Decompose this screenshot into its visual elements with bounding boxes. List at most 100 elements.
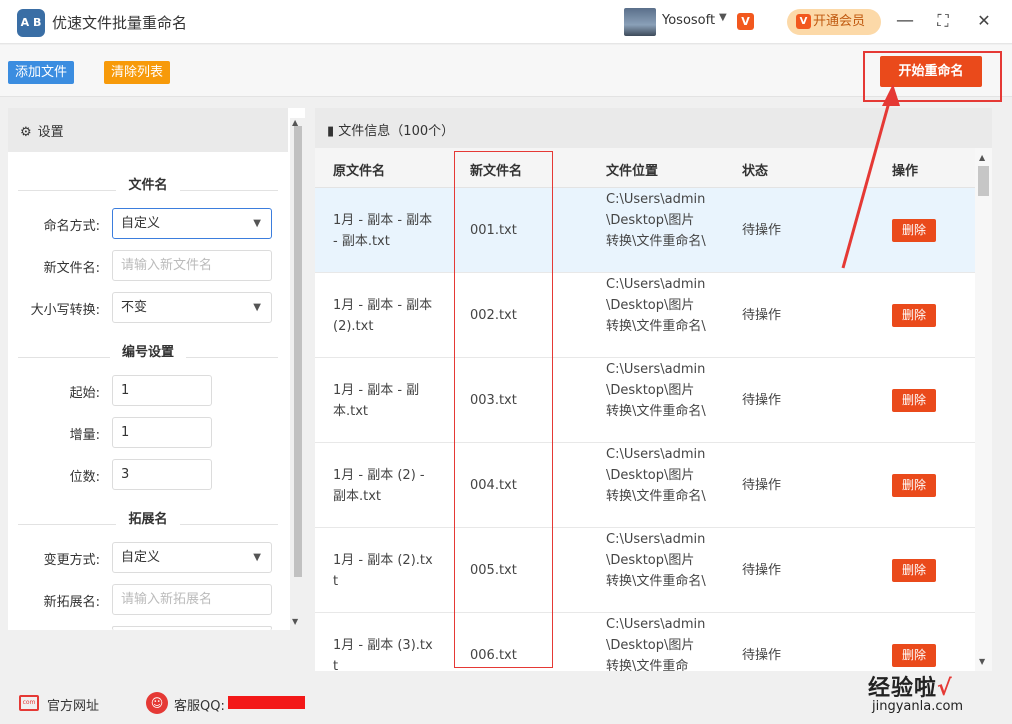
original-name: 1月 - 副本 - 副本 - 副本.txt xyxy=(333,213,433,249)
original-name: 1月 - 副本 (2) - 副本.txt xyxy=(333,468,425,504)
column-action: 操作 xyxy=(892,164,919,179)
table-row[interactable]: 1月 - 副本 - 副本 (2).txt 002.txt C:\Users\ad… xyxy=(315,273,975,358)
vip-badge-icon: V xyxy=(737,13,754,30)
open-membership-button[interactable]: V 开通会员 xyxy=(787,9,881,35)
toolbar: 添加文件 清除列表 xyxy=(0,45,1012,97)
delete-button[interactable]: 删除 xyxy=(892,559,936,582)
file-info-header: ▮ 文件信息（100个） xyxy=(315,108,992,148)
table-header: 原文件名 新文件名 文件位置 状态 操作 xyxy=(315,148,975,188)
settings-scrollbar-thumb[interactable] xyxy=(294,126,302,577)
new-ext-label: 新拓展名: xyxy=(43,595,100,610)
file-info-title: 文件信息（100个） xyxy=(338,124,455,139)
watermark-title: 经验啦√ xyxy=(868,676,953,701)
app-title: 优速文件批量重命名 xyxy=(52,14,188,32)
column-original-name[interactable]: 原文件名 xyxy=(333,160,385,179)
table-row[interactable]: 1月 - 副本 - 副本 - 副本.txt 001.txt C:\Users\a… xyxy=(315,188,975,273)
digits-input[interactable]: 3 xyxy=(112,459,212,490)
chevron-down-icon: ▼ xyxy=(253,218,261,229)
original-name: 1月 - 副本 (3).txt xyxy=(333,638,433,671)
file-info-panel: ▮ 文件信息（100个） 原文件名 新文件名 文件位置 状态 操作 1月 - 副… xyxy=(315,108,992,671)
status: 待操作 xyxy=(742,478,782,493)
user-name[interactable]: Yososoft xyxy=(662,13,715,28)
new-ext-input[interactable]: 请输入新拓展名 xyxy=(112,584,272,615)
new-name-input[interactable]: 请输入新文件名 xyxy=(112,250,272,281)
open-membership-label: 开通会员 xyxy=(813,14,866,29)
ext-mode-select[interactable]: 自定义 ▼ xyxy=(112,542,272,573)
file-location: C:\Users\admin\Desktop\图片转换\文件重命名\ xyxy=(606,362,706,419)
start-rename-button[interactable]: 开始重命名 xyxy=(880,56,982,87)
column-location[interactable]: 文件位置 xyxy=(606,160,658,179)
check-icon: √ xyxy=(937,676,953,701)
increment-label: 增量: xyxy=(69,428,100,443)
minimize-button[interactable]: — xyxy=(894,10,916,32)
delete-button[interactable]: 删除 xyxy=(892,389,936,412)
original-name: 1月 - 副本 - 副本 (2).txt xyxy=(333,298,433,334)
official-website-link[interactable]: 官方网址 xyxy=(47,695,99,714)
delete-button[interactable]: 删除 xyxy=(892,304,936,327)
naming-mode-label: 命名方式: xyxy=(43,219,100,234)
section-title-numbering: 编号设置 xyxy=(18,341,278,360)
case-conversion-select[interactable]: 不变 ▼ xyxy=(112,292,272,323)
digits-label: 位数: xyxy=(69,470,100,485)
website-icon[interactable]: com xyxy=(19,695,39,711)
user-avatar[interactable] xyxy=(624,8,656,36)
start-input[interactable]: 1 xyxy=(112,375,212,406)
chevron-down-icon: ▼ xyxy=(253,302,261,313)
file-icon: ▮ xyxy=(327,124,335,139)
settings-panel: ⚙ 设置 文件名 命名方式: 自定义 ▼ 新文件名: 请输入新文件名 大小写转换: … xyxy=(8,108,305,630)
scroll-up-icon[interactable]: ▲ xyxy=(979,153,985,162)
new-name-label: 新文件名: xyxy=(43,261,100,276)
delete-button[interactable]: 删除 xyxy=(892,219,936,242)
increment-input[interactable]: 1 xyxy=(112,417,212,448)
original-name: 1月 - 副本 (2).txt xyxy=(333,553,433,589)
title-bar: A B 优速文件批量重命名 Yososoft ▼ V V 开通会员 — ⛶ ✕ xyxy=(0,0,1012,44)
file-location: C:\Users\admin\Desktop\图片转换\文件重命名\ xyxy=(606,277,706,334)
gear-icon: ⚙ xyxy=(20,125,32,140)
chevron-down-icon[interactable]: ▼ xyxy=(719,12,727,23)
settings-title: 设置 xyxy=(37,125,64,140)
section-title-filename: 文件名 xyxy=(18,174,278,193)
delete-button[interactable]: 删除 xyxy=(892,474,936,497)
footer: com 官方网址 ☺ 客服QQ: xyxy=(0,683,1012,724)
chevron-down-icon: ▼ xyxy=(253,552,261,563)
table-row[interactable]: 1月 - 副本 (3).txt 006.txt C:\Users\admin\D… xyxy=(315,613,975,671)
maximize-button[interactable]: ⛶ xyxy=(932,10,954,32)
case-conversion-label: 大小写转换: xyxy=(30,303,100,318)
scroll-down-icon[interactable]: ▼ xyxy=(979,657,985,666)
ext-mode-label: 变更方式: xyxy=(43,553,100,568)
file-location: C:\Users\admin\Desktop\图片转换\文件重命名\ xyxy=(606,447,706,504)
clear-list-button[interactable]: 清除列表 xyxy=(104,61,171,84)
settings-header: ⚙ 设置 xyxy=(8,108,288,152)
file-location: C:\Users\admin\Desktop\图片转换\文件重命名\ xyxy=(606,192,706,249)
table-row[interactable]: 1月 - 副本 (2).txt 005.txt C:\Users\admin\D… xyxy=(315,528,975,613)
column-status[interactable]: 状态 xyxy=(742,160,768,179)
support-icon[interactable]: ☺ xyxy=(146,692,168,714)
next-field-partial xyxy=(112,626,272,630)
vip-icon: V xyxy=(796,14,811,29)
table-row[interactable]: 1月 - 副本 - 副本.txt 003.txt C:\Users\admin\… xyxy=(315,358,975,443)
file-location: C:\Users\admin\Desktop\图片转换\文件重命名\ xyxy=(606,532,706,589)
original-name: 1月 - 副本 - 副本.txt xyxy=(333,383,420,419)
status: 待操作 xyxy=(742,308,782,323)
add-files-button[interactable]: 添加文件 xyxy=(8,61,75,84)
file-list-scrollbar[interactable] xyxy=(975,148,992,671)
watermark-url: jingyanla.com xyxy=(872,699,964,714)
naming-mode-select[interactable]: 自定义 ▼ xyxy=(112,208,272,239)
delete-button[interactable]: 删除 xyxy=(892,644,936,667)
section-title-extension: 拓展名 xyxy=(18,508,278,527)
status: 待操作 xyxy=(742,223,782,238)
file-list-scrollbar-thumb[interactable] xyxy=(978,166,989,196)
start-label: 起始: xyxy=(69,386,100,401)
status: 待操作 xyxy=(742,563,782,578)
app-logo: A B xyxy=(17,9,45,37)
table-row[interactable]: 1月 - 副本 (2) - 副本.txt 004.txt C:\Users\ad… xyxy=(315,443,975,528)
new-name-column-highlight xyxy=(454,151,553,668)
status: 待操作 xyxy=(742,648,782,663)
support-qq-label[interactable]: 客服QQ: xyxy=(174,695,225,714)
watermark: 经验啦√ jingyanla.com xyxy=(862,670,1004,720)
redacted-qq-number xyxy=(228,696,305,709)
close-button[interactable]: ✕ xyxy=(973,10,995,32)
file-location: C:\Users\admin\Desktop\图片转换\文件重命 xyxy=(606,617,706,671)
status: 待操作 xyxy=(742,393,782,408)
scroll-down-icon[interactable]: ▼ xyxy=(292,617,298,626)
